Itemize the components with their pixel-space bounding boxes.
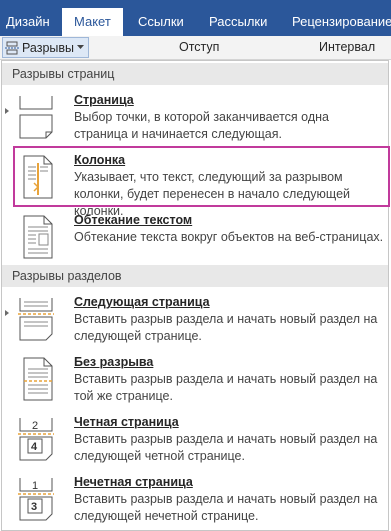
item-description: Вставить разрыв раздела и начать новый р… — [74, 312, 378, 343]
ribbon-tab-bar: Дизайн Макет Ссылки Рассылки Рецензирова… — [0, 0, 391, 36]
tab-references[interactable]: Ссылки — [138, 10, 184, 36]
tab-layout[interactable]: Макет — [62, 8, 123, 36]
item-description: Выбор точки, в которой заканчивается одн… — [74, 110, 329, 141]
svg-text:3: 3 — [31, 501, 37, 513]
continuous-section-icon — [18, 357, 54, 404]
svg-text:1: 1 — [32, 480, 38, 492]
indent-label: Отступ — [179, 40, 220, 54]
svg-text:4: 4 — [31, 441, 38, 453]
item-title: Четная страница — [74, 415, 179, 429]
breaks-icon — [5, 41, 19, 55]
item-title: Без разрыва — [74, 355, 154, 369]
breaks-button[interactable]: Разрывы — [2, 37, 90, 58]
item-description: Вставить разрыв раздела и начать новый р… — [74, 372, 378, 403]
tab-mailings[interactable]: Рассылки — [209, 10, 267, 36]
svg-text:2: 2 — [32, 420, 38, 432]
item-title: Страница — [74, 93, 134, 107]
chevron-down-icon — [77, 45, 85, 50]
pointer-mark — [5, 310, 9, 316]
page-break-item[interactable]: Страница Выбор точки, в которой заканчив… — [2, 93, 388, 143]
item-description: Вставить разрыв раздела и начать новый р… — [74, 432, 378, 463]
item-description: Вставить разрыв раздела и начать новый р… — [74, 492, 378, 523]
page-breaks-header: Разрывы страниц — [2, 63, 388, 85]
odd-page-section-item[interactable]: 1 3 Нечетная страница Вставить разрыв ра… — [2, 475, 388, 525]
spacing-label: Интервал — [319, 40, 376, 54]
continuous-section-item[interactable]: Без разрыва Вставить разрыв раздела и на… — [2, 355, 388, 405]
item-title: Обтекание текстом — [74, 213, 193, 227]
breaks-label: Разрывы — [22, 40, 75, 55]
text-wrapping-icon — [18, 215, 54, 262]
item-description: Обтекание текста вокруг объектов на веб-… — [74, 230, 384, 244]
tab-design[interactable]: Дизайн — [6, 10, 50, 36]
page-break-icon — [18, 95, 54, 142]
highlight-frame — [13, 146, 390, 207]
odd-page-section-icon: 1 3 — [18, 477, 54, 524]
pointer-mark — [5, 108, 9, 114]
breaks-dropdown-menu: Разрывы страниц Страница Выбор точки, в … — [1, 60, 390, 531]
ribbon-toolbar: Разрывы Отступ Интервал — [0, 36, 391, 60]
item-title: Следующая страница — [74, 295, 210, 309]
next-page-section-item[interactable]: Следующая страница Вставить разрыв разде… — [2, 295, 388, 345]
even-page-section-item[interactable]: 2 4 Четная страница Вставить разрыв разд… — [2, 415, 388, 465]
item-title: Нечетная страница — [74, 475, 193, 489]
text-wrapping-item[interactable]: Обтекание текстом Обтекание текста вокру… — [2, 213, 388, 263]
even-page-section-icon: 2 4 — [18, 417, 54, 464]
tab-review[interactable]: Рецензирование — [292, 10, 391, 36]
section-breaks-header: Разрывы разделов — [2, 265, 388, 287]
next-page-section-icon — [18, 297, 54, 344]
